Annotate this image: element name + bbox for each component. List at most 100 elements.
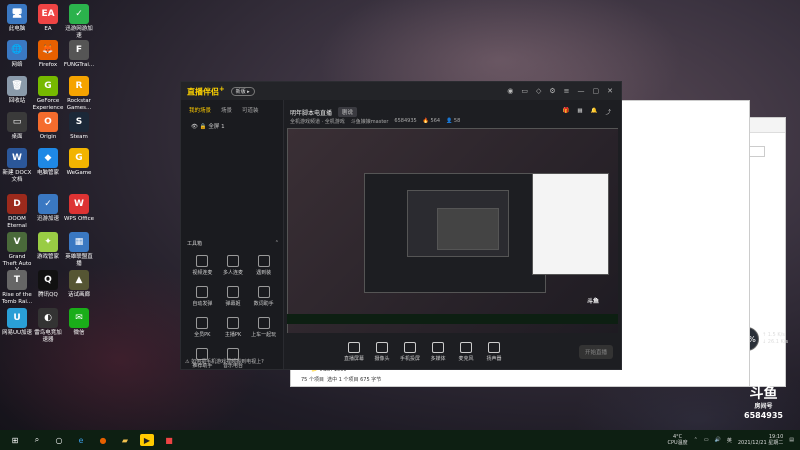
tool-label: 视频连麦 [192, 270, 213, 276]
tool-item[interactable]: 数词助手 [248, 286, 279, 307]
minimize-icon[interactable]: — [578, 87, 585, 95]
share-icon[interactable]: ⤴ [605, 108, 611, 116]
gift-icon[interactable]: 🎁 [563, 108, 570, 116]
tool-label: 数词助手 [253, 301, 274, 307]
left-tab[interactable]: 我的场景 [189, 106, 211, 114]
close-icon[interactable]: ✕ [607, 87, 613, 95]
desktop-icon[interactable]: 🌐 网络 [1, 40, 33, 69]
app-icon: D [7, 194, 27, 214]
desktop-icon[interactable]: S Steam [63, 112, 95, 141]
eye-icon[interactable]: 👁 [191, 124, 198, 130]
app-icon: 🗑 [7, 76, 27, 96]
desktop-icon[interactable]: U 网易UU加速 [1, 308, 33, 337]
desktop-icon[interactable]: G WeGame [63, 148, 95, 177]
desktop-icon[interactable]: Q 腾讯QQ [32, 270, 64, 299]
tool-item[interactable]: 弹幕姬 [218, 286, 249, 307]
desktop-icon[interactable]: R Rockstar Games... [63, 76, 95, 111]
live-companion-taskbar-icon[interactable]: ▶ [140, 434, 154, 446]
desktop-icon[interactable]: 🖥 此电脑 [1, 4, 33, 33]
desktop-icon[interactable]: D DOOM Eternal [1, 194, 33, 229]
desktop-icon[interactable]: ✦ 游戏管家 [32, 232, 64, 261]
scene-item[interactable]: 👁 🔒 全屏 1 [181, 118, 283, 134]
start-live-button[interactable]: 开始直播 [578, 345, 613, 359]
network-speed: ↑ 1.5 K/s ↓ 26.1 K/s [762, 332, 789, 345]
tool-item[interactable]: 全员PK [187, 317, 218, 338]
room-tag[interactable]: 剧说 [338, 107, 358, 117]
app-icon: F [69, 40, 89, 60]
tool-item[interactable]: 遇到装 [248, 255, 279, 276]
desktop-icon[interactable]: ✉ 微信 [63, 308, 95, 337]
search-icon[interactable]: ⌕ [30, 434, 44, 446]
desktop-icon[interactable]: W 新建 DOCX 文档 [1, 148, 33, 183]
source-button[interactable]: 摄像头 [368, 342, 396, 362]
desktop-icon[interactable]: 🗑 回收站 [1, 76, 33, 105]
desktop-icon[interactable]: T Rise of the Tomb Rai... [1, 270, 33, 305]
desktop-icon[interactable]: ✓ 迅游加速 [32, 194, 64, 223]
desktop-icon[interactable]: ◐ 雷鸟电竞加速器 [32, 308, 64, 343]
folder-icon[interactable]: ▰ [118, 434, 132, 446]
desktop-icon-label: 腾讯QQ [38, 292, 58, 298]
source-button[interactable]: 直播屏幕 [340, 342, 368, 362]
desktop-icon[interactable]: EA EA [32, 4, 64, 33]
header-actions: 🎁 ▦ 🔔 ⤴ [563, 108, 611, 116]
desktop-icon[interactable]: F FUNGTrai... [63, 40, 95, 69]
volume-icon[interactable]: 🔊 [715, 437, 721, 443]
desktop-icon[interactable]: ✓ 迅游网游加速 [63, 4, 95, 39]
clock[interactable]: 19:10 2021/12/21 星期二 [738, 434, 783, 446]
task-view-icon[interactable]: ○ [52, 434, 66, 446]
start-icon[interactable]: ⊞ [8, 434, 22, 446]
desktop-icon-label: 雷鸟电竞加速器 [34, 330, 62, 343]
app-icon[interactable]: ■ [162, 434, 176, 446]
source-button[interactable]: 麦克风 [452, 342, 480, 362]
desktop-icon[interactable]: VGrand Theft Auto V [1, 232, 33, 274]
source-button[interactable]: 多媒体 [424, 342, 452, 362]
tool-item[interactable]: 上车一起玩 [248, 317, 279, 338]
avatar-icon[interactable]: ◉ [507, 87, 513, 95]
menu-icon[interactable]: ≡ [564, 87, 570, 95]
grid-icon[interactable]: ▦ [577, 108, 582, 116]
tool-item[interactable]: 视频连麦 [187, 255, 218, 276]
skin-icon[interactable]: ◇ [536, 87, 541, 95]
firefox-icon[interactable]: ● [96, 434, 110, 446]
lock-icon[interactable]: 🔒 [200, 124, 207, 130]
toolbox-collapse-icon[interactable]: ⌃ [275, 240, 279, 247]
desktop-icon[interactable]: ▭ 桌面 [1, 112, 33, 141]
desktop-icon-label: 游戏管家 [36, 254, 59, 260]
desktop-icons: 🖥 此电脑 EA EA ✓ 迅游网游加速 🌐 网络 🦊 Firefox F FUNGTrai... 🗑 回… [0, 0, 100, 430]
left-tab[interactable]: 场景 [221, 106, 232, 114]
source-label: 手机投屏 [399, 356, 420, 362]
tool-item[interactable]: 多人连麦 [218, 255, 249, 276]
input-method-icon[interactable]: 英 [727, 437, 732, 444]
maximize-icon[interactable]: ▢ [593, 87, 600, 95]
message-icon[interactable]: ▭ [521, 87, 528, 95]
stream-preview[interactable]: 斗鱼 [287, 128, 618, 333]
desktop-icon[interactable]: W WPS Office [63, 194, 95, 223]
desktop-icon[interactable]: ◆ 电脑管家 [32, 148, 64, 177]
left-tab[interactable]: 可道装 [242, 106, 259, 114]
network-icon[interactable]: ▭ [704, 437, 709, 443]
chevron-up-icon[interactable]: ⌃ [694, 437, 698, 443]
source-button[interactable]: 扬声器 [480, 342, 508, 362]
desktop-icon-label: Steam [70, 134, 88, 140]
version-badge[interactable]: 新版 ▸ [230, 86, 255, 96]
app-icon: ▦ [69, 232, 89, 252]
settings-icon[interactable]: ⚙ [549, 87, 555, 95]
desktop-icon[interactable]: 🦊 Firefox [32, 40, 64, 69]
desktop-icon-label: EA [44, 26, 52, 32]
source-label: 多媒体 [430, 356, 446, 362]
notification-icon[interactable]: ▤ [789, 437, 794, 443]
tool-item[interactable]: 自动发弹 [187, 286, 218, 307]
tool-item[interactable]: 主播PK [218, 317, 249, 338]
room-title[interactable]: 明年脚本电直播 [290, 108, 332, 117]
bell-icon[interactable]: 🔔 [591, 108, 598, 116]
desktop-icon[interactable]: ▦ 英雄联盟直播 [63, 232, 95, 267]
desktop-icon[interactable]: ▲ 话试画廊 [63, 270, 95, 299]
taskbar: ⊞ ⌕ ○ e ● ▰ ▶ ■ 4°C CPU温度 ⌃ ▭ 🔊 英 19:10 … [0, 430, 800, 450]
app-icon: ◐ [38, 308, 58, 328]
edge-icon[interactable]: e [74, 434, 88, 446]
footer-tip[interactable]: ⚠ 如何把手机游戏视频搬到电视上? [185, 358, 264, 365]
desktop-icon[interactable]: G GeForce Experience [32, 76, 64, 111]
live-companion-window[interactable]: 直播伴侣+ 新版 ▸ ◉ ▭ ◇ ⚙ ≡ — ▢ ✕ 我的场景 场景 可道装 👁 🔒… [180, 81, 622, 370]
desktop-icon[interactable]: O Origin [32, 112, 64, 141]
source-button[interactable]: 手机投屏 [396, 342, 424, 362]
